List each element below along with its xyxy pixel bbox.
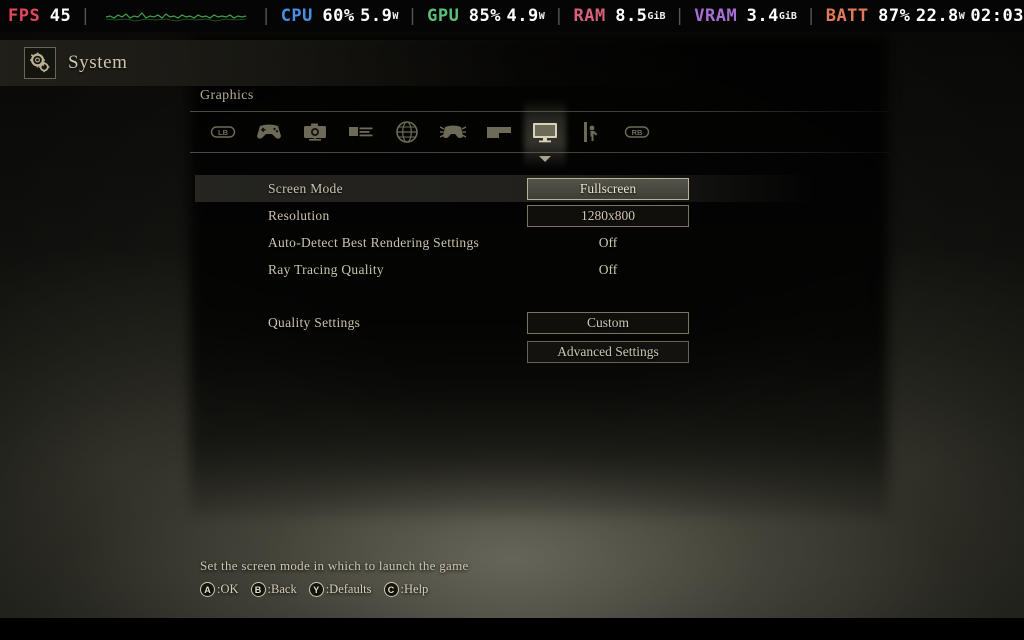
gpu-watts-value: 4.9 bbox=[506, 6, 539, 26]
gamepad-icon bbox=[257, 124, 281, 139]
battery-watts-unit: W bbox=[958, 10, 965, 22]
prompt-back[interactable]: B :Back bbox=[250, 582, 297, 597]
ram-label: RAM bbox=[573, 6, 606, 26]
section-label: Graphics bbox=[200, 88, 254, 103]
vram-unit: GiB bbox=[778, 10, 797, 22]
rb-bumper-icon: RB bbox=[624, 126, 650, 138]
screen-mode-value[interactable]: Fullscreen bbox=[527, 177, 689, 200]
gears-icon bbox=[24, 47, 56, 79]
accessibility-icon bbox=[584, 122, 598, 142]
overlay-separator: | bbox=[805, 6, 817, 26]
prompt-label: :OK bbox=[217, 582, 239, 596]
cpu-watts-value: 5.9 bbox=[360, 6, 393, 26]
settings-rows: Screen Mode Fullscreen Resolution 1280x8… bbox=[190, 175, 890, 365]
performance-overlay: FPS 45 | | CPU 60% 5.9 W | GPU 85% 4.9 W |… bbox=[0, 0, 1024, 32]
monitor-icon bbox=[533, 123, 557, 143]
camera-icon bbox=[304, 123, 326, 141]
button-prompt-bar: A :OK B :Back Y :Defaults C :Help bbox=[200, 582, 469, 597]
tab-controls[interactable] bbox=[246, 113, 292, 151]
prompt-help[interactable]: C :Help bbox=[383, 582, 429, 597]
battery-time-value: 02:03 bbox=[970, 6, 1024, 26]
prompt-defaults[interactable]: Y :Defaults bbox=[308, 582, 372, 597]
tab-bumper-left[interactable]: LB bbox=[200, 113, 246, 151]
hud-icon bbox=[487, 127, 511, 138]
cpu-usage-value: 60% bbox=[322, 6, 355, 26]
lb-bumper-icon: LB bbox=[210, 126, 236, 138]
setting-description: Set the screen mode in which to launch t… bbox=[200, 558, 469, 573]
battery-watts-value: 22.8 bbox=[915, 6, 959, 26]
ray-tracing-value: Off bbox=[598, 261, 618, 277]
tab-camera[interactable] bbox=[292, 113, 338, 151]
tab-row-bottom-divider bbox=[190, 152, 890, 153]
tab-bumper-right[interactable]: RB bbox=[614, 113, 660, 151]
tab-language[interactable] bbox=[384, 113, 430, 151]
resolution-value[interactable]: 1280x800 bbox=[527, 204, 689, 227]
prompt-label: :Back bbox=[267, 582, 297, 596]
overlay-separator: | bbox=[260, 6, 272, 26]
vram-value: 3.4 bbox=[746, 6, 779, 26]
subtitles-icon bbox=[349, 127, 373, 137]
svg-text:LB: LB bbox=[218, 128, 229, 137]
battery-percent-value: 87% bbox=[878, 6, 911, 26]
prompt-label: :Defaults bbox=[325, 582, 372, 596]
globe-icon bbox=[396, 121, 418, 143]
footer-hint: Set the screen mode in which to launch t… bbox=[200, 558, 469, 597]
setting-row-ray-tracing[interactable]: Ray Tracing Quality Off bbox=[190, 256, 890, 283]
tab-gameplay[interactable] bbox=[430, 113, 476, 151]
tab-subtitles[interactable] bbox=[338, 113, 384, 151]
button-b-icon: B bbox=[250, 582, 266, 597]
gpu-label: GPU bbox=[427, 6, 460, 26]
selected-tab-chevron-icon bbox=[539, 156, 551, 162]
overlay-separator: | bbox=[674, 6, 686, 26]
frametime-graph bbox=[105, 5, 247, 27]
tab-accessibility[interactable] bbox=[568, 113, 614, 151]
overlay-separator: | bbox=[553, 6, 565, 26]
setting-label: Screen Mode bbox=[268, 180, 343, 196]
fps-label: FPS bbox=[8, 6, 41, 26]
gameplay-icon bbox=[439, 125, 467, 138]
setting-label: Resolution bbox=[268, 207, 330, 223]
system-header-bar: System bbox=[0, 40, 700, 86]
prompt-label: :Help bbox=[400, 582, 429, 596]
gpu-usage-value: 85% bbox=[468, 6, 502, 26]
prompt-ok[interactable]: A :OK bbox=[200, 582, 239, 597]
setting-row-advanced-settings[interactable]: Advanced Settings bbox=[190, 338, 890, 365]
cpu-label: CPU bbox=[280, 6, 313, 26]
button-a-icon: A bbox=[200, 582, 215, 597]
setting-label: Quality Settings bbox=[268, 314, 361, 330]
advanced-settings-button[interactable]: Advanced Settings bbox=[527, 340, 689, 363]
ram-value: 8.5 bbox=[615, 6, 648, 26]
overlay-separator: | bbox=[80, 6, 91, 26]
settings-panel: Graphics LB RB Screen Mode Fullscreen Re… bbox=[190, 88, 890, 558]
overlay-separator: | bbox=[407, 6, 419, 26]
setting-row-resolution[interactable]: Resolution 1280x800 bbox=[190, 202, 890, 229]
auto-detect-value: Off bbox=[598, 234, 618, 250]
bottom-letterbox-bar bbox=[0, 618, 1024, 640]
gpu-watts-unit: W bbox=[538, 10, 545, 22]
cpu-watts-unit: W bbox=[392, 10, 399, 22]
vram-label: VRAM bbox=[694, 6, 738, 26]
battery-label: BATT bbox=[825, 6, 869, 26]
setting-row-quality-settings[interactable]: Quality Settings Custom bbox=[190, 309, 890, 336]
fps-value: 45 bbox=[49, 6, 72, 26]
tab-interface[interactable] bbox=[476, 113, 522, 151]
button-c-icon: C bbox=[383, 582, 399, 597]
svg-text:RB: RB bbox=[632, 128, 643, 137]
setting-row-auto-detect[interactable]: Auto-Detect Best Rendering Settings Off bbox=[190, 229, 890, 256]
quality-settings-value[interactable]: Custom bbox=[527, 311, 689, 334]
ram-unit: GiB bbox=[647, 10, 666, 22]
setting-label: Auto-Detect Best Rendering Settings bbox=[268, 234, 480, 250]
setting-label: Ray Tracing Quality bbox=[268, 261, 384, 277]
page-title: System bbox=[68, 52, 128, 73]
button-y-icon: Y bbox=[308, 582, 324, 597]
tab-graphics[interactable] bbox=[522, 113, 568, 162]
setting-row-screen-mode[interactable]: Screen Mode Fullscreen bbox=[190, 175, 890, 202]
tab-bar: LB RB bbox=[190, 112, 890, 162]
